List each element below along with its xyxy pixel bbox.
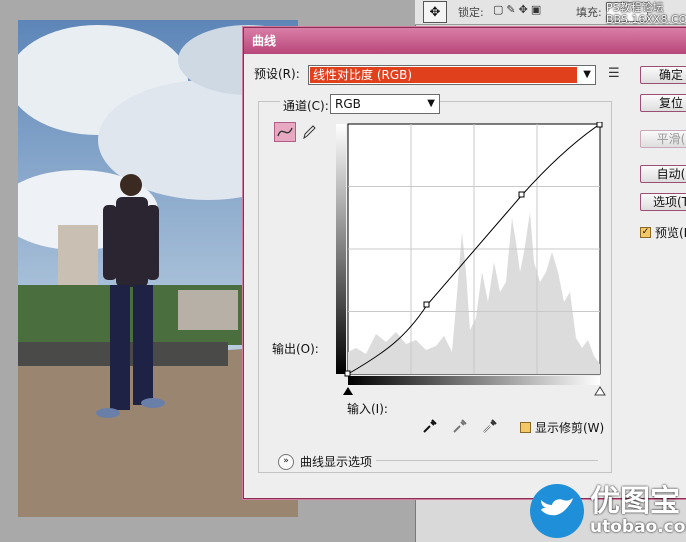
lock-label: 锁定: — [458, 6, 484, 19]
checkmark-icon: ✓ — [640, 227, 651, 238]
curve-point[interactable] — [423, 301, 430, 308]
preview-label: 预览(P — [655, 226, 686, 240]
divider — [376, 460, 598, 461]
dialog-title[interactable]: 曲线 — [244, 28, 686, 54]
input-gradient-bar — [348, 376, 600, 385]
lock-icons[interactable]: ▢✎✥▣ — [493, 3, 544, 16]
preset-value: 线性对比度 (RGB) — [310, 67, 577, 83]
black-point-slider[interactable] — [343, 387, 353, 395]
curve-tool-icon[interactable] — [274, 122, 296, 142]
auto-button[interactable]: 自动( — [640, 165, 686, 183]
preset-options-icon[interactable]: ☰ — [608, 66, 620, 81]
logo-domain: utobao.com — [590, 517, 686, 537]
expand-icon: » — [278, 453, 294, 470]
input-label: 输入(I): — [347, 402, 388, 416]
chevron-down-icon: ▼ — [583, 69, 591, 80]
channel-dropdown[interactable]: RGB ▼ — [330, 94, 440, 114]
pencil-tool-icon[interactable] — [300, 122, 318, 142]
bird-icon — [530, 484, 584, 538]
preset-dropdown[interactable]: 线性对比度 (RGB) ▼ — [308, 65, 596, 85]
channel-value: RGB — [335, 97, 361, 111]
show-clipping-label: 显示修剪(W) — [535, 421, 605, 435]
move-tool-icon[interactable]: ✥ — [423, 1, 447, 23]
options-button[interactable]: 选项(T — [640, 193, 686, 211]
white-eyedropper-icon[interactable] — [482, 418, 498, 437]
curve-point[interactable] — [518, 191, 525, 198]
fill-label: 填充: — [576, 6, 602, 19]
gray-eyedropper-icon[interactable] — [452, 418, 468, 437]
ok-button[interactable]: 确定 — [640, 66, 686, 84]
curve-point[interactable] — [344, 370, 351, 377]
output-gradient-bar — [336, 124, 346, 374]
show-clipping-checkbox[interactable]: 显示修剪(W) — [520, 419, 604, 436]
white-point-slider[interactable] — [594, 386, 606, 396]
curve-point[interactable] — [596, 121, 603, 128]
utobao-logo: 优图宝 utobao.com — [530, 484, 686, 538]
watermark: PS教程论坛 BBS.16XX8.COM — [606, 2, 686, 26]
black-eyedropper-icon[interactable] — [422, 418, 438, 437]
curve-display-options-toggle[interactable]: » 曲线显示选项 — [278, 453, 372, 470]
preset-label: 预设(R): — [254, 67, 300, 81]
smooth-button[interactable]: 平滑( — [640, 130, 686, 148]
watermark-line2: BBS.16XX8.COM — [606, 13, 686, 26]
reset-button[interactable]: 复位 — [640, 94, 686, 112]
output-label: 输出(O): — [272, 342, 319, 356]
curves-dialog: 曲线 预设(R): 线性对比度 (RGB) ▼ ☰ 通道(C): RGB ▼ 输… — [243, 27, 686, 499]
checkbox-icon — [520, 422, 531, 433]
eyedropper-group — [422, 418, 508, 437]
chevron-down-icon: ▼ — [427, 98, 435, 109]
curve-display-options-label: 曲线显示选项 — [300, 455, 373, 469]
curves-graph[interactable] — [336, 121, 606, 396]
channel-label: 通道(C): — [280, 97, 332, 114]
preview-checkbox[interactable]: ✓ 预览(P — [640, 224, 686, 241]
logo-name: 优图宝 — [590, 484, 680, 519]
